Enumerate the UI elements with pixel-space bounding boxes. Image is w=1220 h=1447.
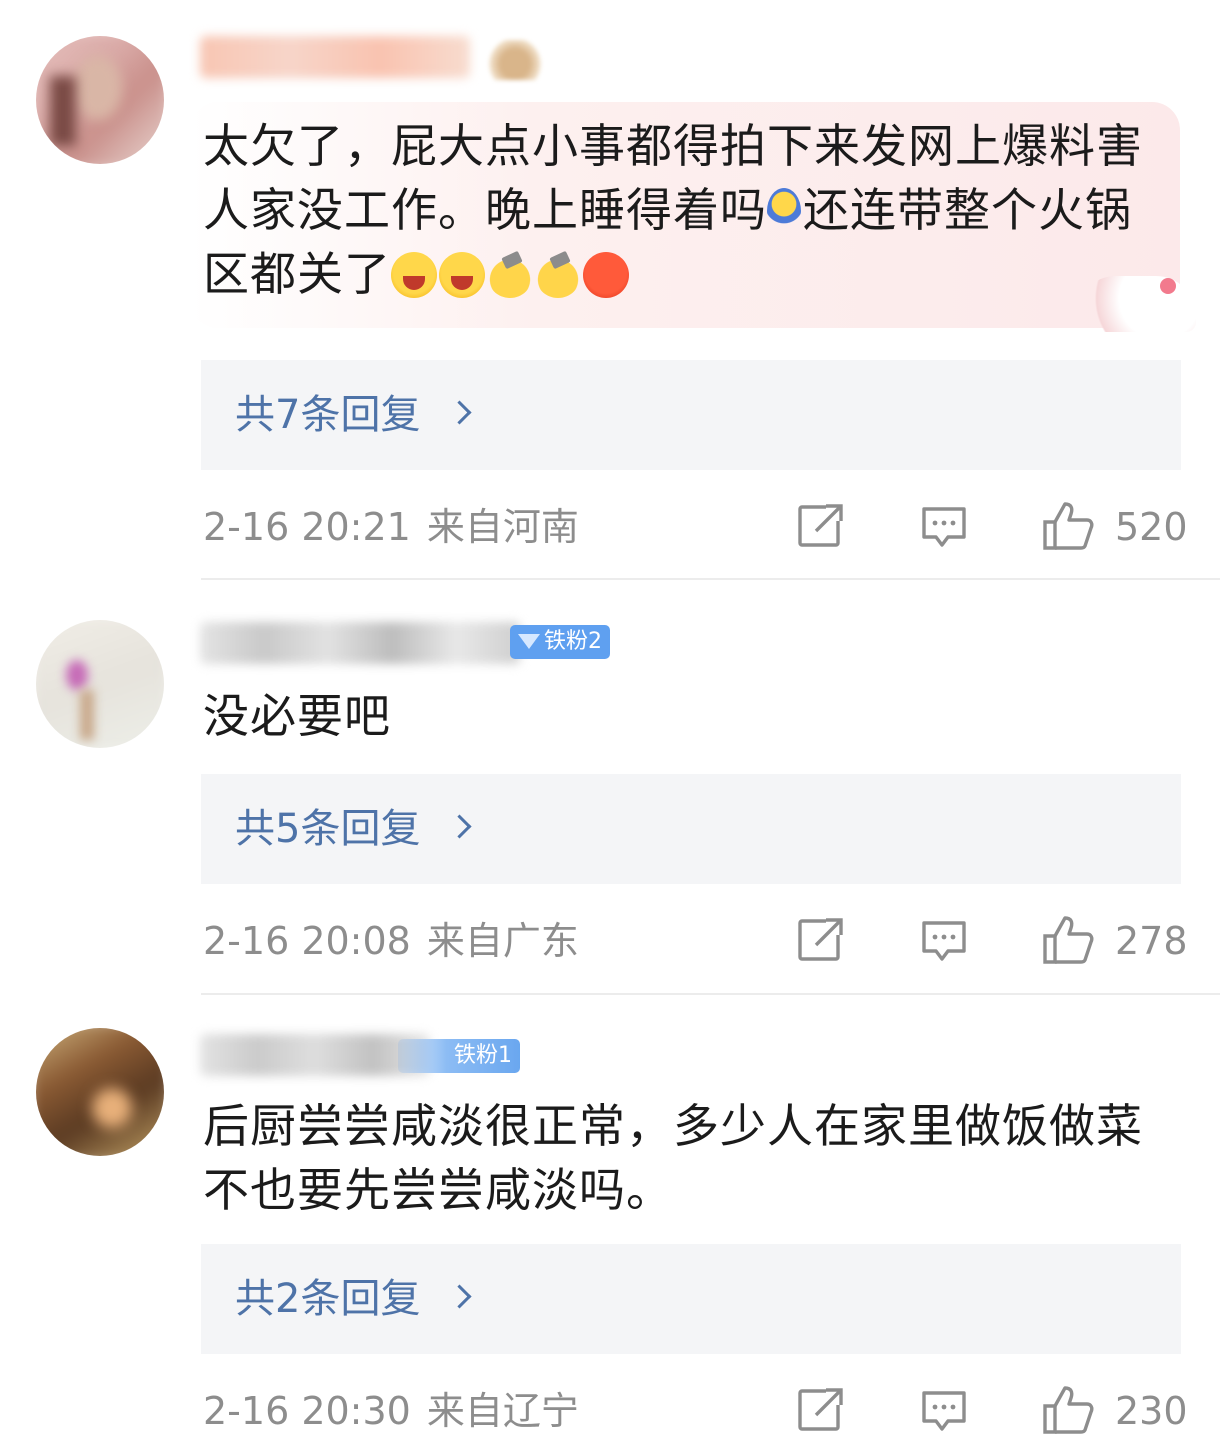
comment-icon[interactable] [920, 1387, 968, 1433]
reply-count-link[interactable]: 共2条回复 [235, 1244, 420, 1354]
angry-face-emoji [583, 252, 629, 298]
crying-face-emoji [391, 252, 437, 298]
username-blurred[interactable] [200, 622, 520, 664]
divider [201, 578, 1220, 580]
like-count: 520 [1115, 505, 1188, 549]
comment-text-part: 没必要吧 [203, 689, 391, 743]
like-icon[interactable] [1041, 500, 1095, 552]
avatar[interactable] [36, 1028, 164, 1156]
avatar[interactable] [36, 36, 164, 164]
sleeping-kid-emoji [767, 188, 801, 234]
comment-meta: 2-16 20:08 来自广东 [203, 916, 579, 966]
badge-label: 铁粉1 [454, 1043, 512, 1068]
fan-level-badge: 铁粉2 [510, 625, 610, 659]
timestamp: 2-16 20:30 [203, 1389, 411, 1433]
chevron-right-icon [447, 814, 472, 839]
chevron-right-icon [447, 1284, 472, 1309]
comment-icon[interactable] [920, 917, 968, 963]
comment-meta: 2-16 20:21 来自河南 [203, 502, 579, 552]
reply-summary[interactable]: 共5条回复 [201, 774, 1181, 884]
username-blurred[interactable] [200, 1034, 430, 1076]
reply-count-link[interactable]: 共5条回复 [235, 774, 420, 884]
like-count: 230 [1115, 1389, 1188, 1433]
vip-crown-icon [488, 40, 542, 80]
location: 来自辽宁 [426, 1389, 579, 1433]
like-icon[interactable] [1041, 1384, 1095, 1436]
comment-text-part: 后厨尝尝咸淡很正常，多少人在家里做饭做菜不也要先尝尝咸淡吗。 [203, 1099, 1143, 1217]
reply-summary[interactable]: 共2条回复 [201, 1244, 1181, 1354]
location: 来自广东 [426, 919, 579, 963]
crying-face-emoji [439, 252, 485, 298]
hammer-emoji [535, 252, 581, 298]
avatar[interactable] [36, 620, 164, 748]
fan-level-badge: 铁粉1 [398, 1039, 520, 1073]
location: 来自河南 [426, 505, 579, 549]
badge-label: 铁粉2 [544, 629, 602, 654]
share-icon[interactable] [796, 1387, 844, 1433]
hammer-emoji [487, 252, 533, 298]
timestamp: 2-16 20:08 [203, 919, 411, 963]
share-icon[interactable] [796, 917, 844, 963]
comment-icon[interactable] [920, 503, 968, 549]
share-icon[interactable] [796, 503, 844, 549]
timestamp: 2-16 20:21 [203, 505, 411, 549]
like-count: 278 [1115, 919, 1188, 963]
comment-text: 后厨尝尝咸淡很正常，多少人在家里做饭做菜不也要先尝尝咸淡吗。 [203, 1094, 1163, 1222]
diamond-icon [518, 634, 540, 649]
divider [201, 993, 1220, 995]
chevron-right-icon [447, 400, 472, 425]
username-blurred[interactable] [200, 36, 470, 78]
like-icon[interactable] [1041, 914, 1095, 966]
comment-text: 没必要吧 [203, 684, 1163, 748]
comment-meta: 2-16 20:30 来自辽宁 [203, 1386, 579, 1436]
comment-text: 太欠了，屁大点小事都得拍下来发网上爆料害人家没工作。晚上睡得着吗 还连带整个火锅区… [203, 114, 1163, 306]
reply-count-link[interactable]: 共7条回复 [235, 360, 420, 470]
reply-summary[interactable]: 共7条回复 [201, 360, 1181, 470]
